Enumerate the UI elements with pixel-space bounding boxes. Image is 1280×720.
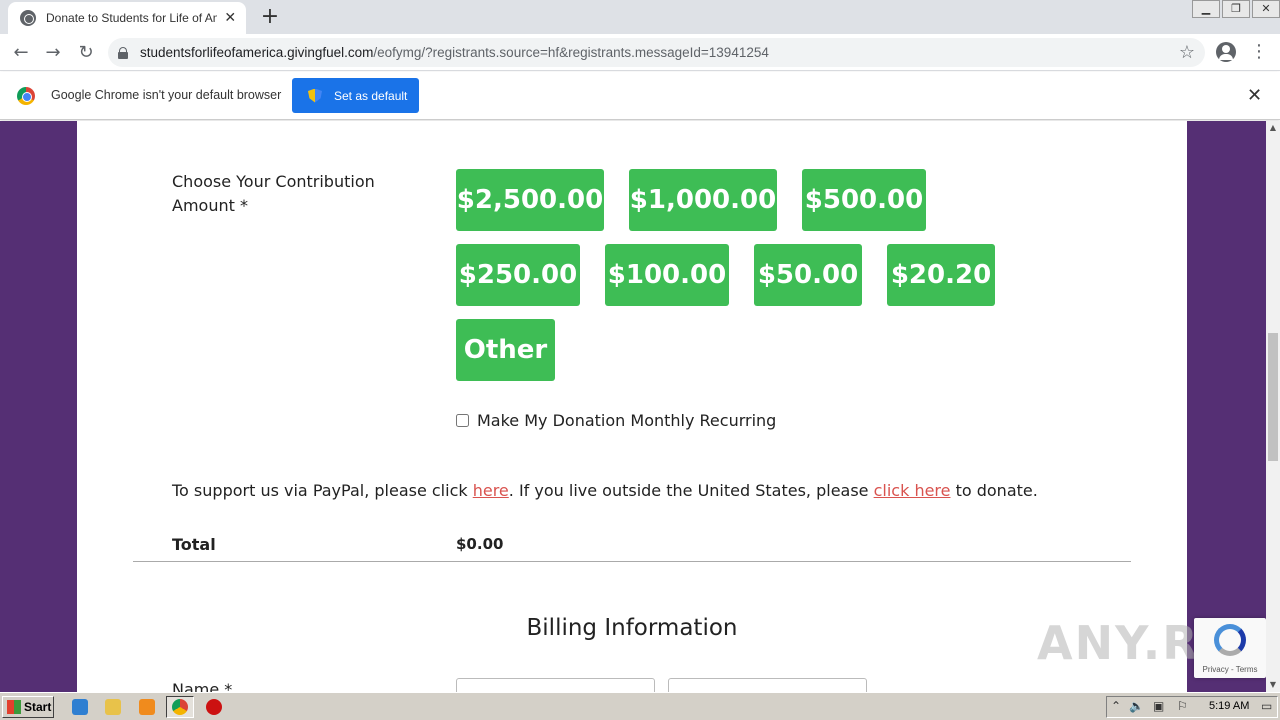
recaptcha-icon [1214,624,1246,656]
minimize-button[interactable]: ▁ [1192,0,1220,18]
tab-strip: Donate to Students for Life of America ✕… [0,0,1280,34]
system-tray: ⌃ 🔈 ▣ ⚐ 5:19 AM ▭ [1106,696,1278,718]
scroll-thumb[interactable] [1268,333,1278,461]
taskbar: Start ⌃ 🔈 ▣ ⚐ 5:19 AM ▭ [0,692,1280,720]
set-default-label: Set as default [334,88,408,103]
menu-dots-icon[interactable]: ⋮ [1250,40,1268,64]
network-icon[interactable]: ▣ [1153,699,1164,713]
close-infobar-icon[interactable]: ✕ [1247,85,1262,106]
amount-button-2500[interactable]: $2,500.00 [456,169,604,231]
recurring-label: Make My Donation Monthly Recurring [477,411,777,430]
billing-heading: Billing Information [526,615,738,641]
volume-icon[interactable]: 🔈 [1129,699,1144,713]
new-tab-button[interactable]: + [258,5,282,29]
taskbar-chrome-button[interactable] [166,696,194,718]
paypal-link[interactable]: here [473,481,509,500]
windows-logo-icon [7,700,21,714]
contribution-label: Choose Your Contribution Amount * [172,172,375,215]
chrome-taskbar-icon [172,699,188,715]
set-default-button[interactable]: Set as default [292,78,419,113]
total-label: Total [172,535,216,554]
amount-button-500[interactable]: $500.00 [802,169,926,231]
scroll-up-arrow-icon[interactable]: ▲ [1266,121,1280,135]
amount-button-1000[interactable]: $1,000.00 [629,169,777,231]
recurring-option[interactable]: Make My Donation Monthly Recurring [456,411,776,430]
recurring-checkbox[interactable] [456,414,469,427]
recaptcha-links[interactable]: Privacy - Terms [1194,665,1266,674]
start-button[interactable]: Start [2,696,54,718]
back-button[interactable]: ← [8,40,34,66]
antivirus-icon[interactable] [206,699,222,715]
start-label: Start [24,700,52,714]
first-name-input[interactable] [456,678,655,692]
name-label: Name * [172,680,233,692]
globe-icon [20,10,36,26]
page-scrollbar[interactable]: ▲ ▼ [1266,121,1280,692]
divider [133,561,1131,562]
address-bar[interactable]: studentsforlifeofamerica.givingfuel.com/… [108,38,1205,67]
last-name-input[interactable] [668,678,867,692]
page-viewport: Choose Your Contribution Amount * $2,500… [0,121,1266,692]
url-text: studentsforlifeofamerica.givingfuel.com/… [140,45,769,60]
browser-tab[interactable]: Donate to Students for Life of America ✕ [8,2,246,34]
file-explorer-icon[interactable] [105,699,121,715]
amount-button-20-20[interactable]: $20.20 [887,244,995,306]
forward-button[interactable]: → [40,40,66,66]
paypal-notice: To support us via PayPal, please click h… [172,481,1038,500]
infobar-message: Google Chrome isn't your default browser [51,88,282,102]
browser-toolbar: ← → ↻ studentsforlifeofamerica.givingfue… [0,34,1280,71]
close-window-button[interactable]: ✕ [1252,0,1280,18]
flag-icon[interactable]: ⚐ [1177,699,1188,713]
amount-button-50[interactable]: $50.00 [754,244,862,306]
default-browser-infobar: Google Chrome isn't your default browser… [0,72,1280,120]
amount-button-250[interactable]: $250.00 [456,244,580,306]
amount-button-100[interactable]: $100.00 [605,244,729,306]
internet-explorer-icon[interactable] [72,699,88,715]
recaptcha-badge[interactable]: Privacy - Terms [1194,618,1266,678]
close-tab-icon[interactable]: ✕ [223,10,239,26]
show-desktop-icon[interactable]: ▭ [1261,699,1272,713]
clock: 5:19 AM [1209,700,1250,712]
total-value: $0.00 [456,535,504,553]
amount-button-other[interactable]: Other [456,319,555,381]
scroll-down-arrow-icon[interactable]: ▼ [1266,678,1280,692]
restore-button[interactable]: ❐ [1222,0,1250,18]
window-controls: ▁ ❐ ✕ [1190,0,1280,18]
lock-icon[interactable] [118,46,128,59]
tab-title: Donate to Students for Life of America [46,11,217,25]
reload-button[interactable]: ↻ [73,40,99,66]
chrome-logo-icon [17,87,35,105]
international-donate-link[interactable]: click here [874,481,951,500]
shield-icon [308,88,322,103]
media-player-icon[interactable] [139,699,155,715]
profile-icon[interactable] [1216,42,1236,62]
donation-form: Choose Your Contribution Amount * $2,500… [77,121,1187,692]
bookmark-star-icon[interactable]: ☆ [1179,42,1195,63]
tray-expand-icon[interactable]: ⌃ [1111,699,1121,713]
